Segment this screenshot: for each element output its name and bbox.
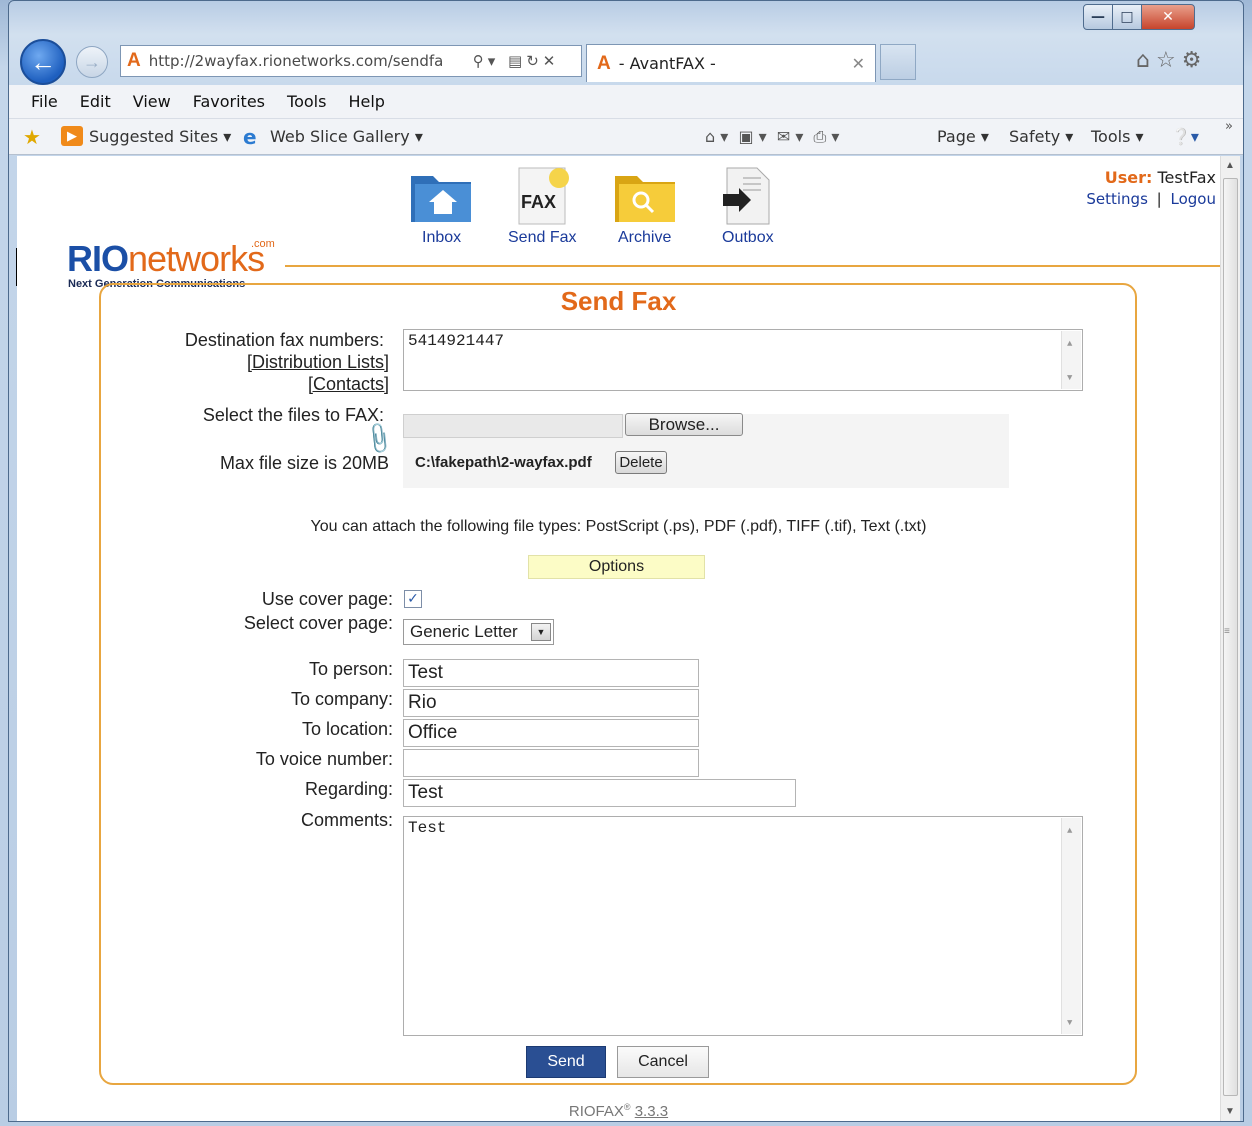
tab-favicon-icon: A [597, 52, 611, 74]
help-icon[interactable]: ❔▾ [1171, 127, 1199, 146]
allowed-file-types: You can attach the following file types:… [310, 518, 927, 535]
attached-file-name: C:\fakepath\2-wayfax.pdf [415, 454, 592, 471]
command-bar: ★ ▶ Suggested Sites ▾ e Web Slice Galler… [9, 119, 1243, 155]
cancel-button[interactable]: Cancel [617, 1046, 709, 1078]
scrollbar-thumb[interactable] [1223, 178, 1238, 1096]
user-label: User: [1104, 168, 1153, 187]
svg-text:FAX: FAX [521, 192, 556, 212]
tab-avantfax[interactable]: A - AvantFAX - ✕ [586, 44, 876, 82]
forward-button[interactable]: → [76, 46, 108, 78]
nav-outbox[interactable]: Outbox [722, 229, 774, 247]
send-fax-icon[interactable]: FAX [511, 164, 581, 226]
distribution-lists-link[interactable]: [Distribution Lists] [247, 352, 389, 373]
tools-menu[interactable]: Tools ▾ [1091, 127, 1144, 146]
home-favorites-settings-icons[interactable]: ⌂☆⚙ [1136, 48, 1207, 73]
browse-button[interactable]: Browse... [625, 413, 743, 436]
rionetworks-logo: RIOnetworks .com Next Generation Communi… [67, 238, 275, 290]
comments-scrollbar[interactable]: ▲ ▼ [1061, 818, 1081, 1034]
link-separator: | [1156, 190, 1162, 208]
user-info: User: TestFax [1105, 168, 1216, 187]
inbox-folder-icon[interactable] [407, 164, 477, 226]
dropdown-arrow-icon[interactable]: ▼ [531, 623, 551, 641]
suggested-sites-link[interactable]: Suggested Sites ▾ [89, 127, 231, 146]
page-scrollbar[interactable]: ▲ ≡ ▼ [1220, 156, 1240, 1121]
to-company-input[interactable]: Rio [403, 689, 699, 717]
menu-bar: File Edit View Favorites Tools Help [9, 85, 1243, 119]
comments-textarea[interactable]: Test ▲ ▼ [403, 816, 1083, 1036]
destination-fax-input[interactable]: 5414921447 ▲ ▼ [403, 329, 1083, 391]
send-button[interactable]: Send [526, 1046, 606, 1078]
nav-archive[interactable]: Archive [618, 229, 671, 247]
address-bar-icons[interactable]: ⚲▾ ▤↻✕ [473, 52, 560, 70]
back-arrow-icon: ← [30, 46, 56, 77]
page-viewport: Inbox FAX Send Fax Archive Outbox User: … [17, 156, 1220, 1121]
minimize-button[interactable]: — [1083, 4, 1113, 30]
to-location-label: To location: [301, 719, 393, 739]
menu-help[interactable]: Help [348, 92, 384, 111]
max-file-size-text: Max file size is 20MB [219, 453, 389, 473]
nav-inbox[interactable]: Inbox [422, 229, 461, 247]
nav-send-fax[interactable]: Send Fax [508, 229, 576, 247]
scroll-down-icon[interactable]: ▼ [1225, 1106, 1235, 1117]
forward-arrow-icon: → [83, 51, 101, 72]
menu-file[interactable]: File [31, 92, 58, 111]
back-button[interactable]: ← [20, 39, 66, 85]
address-url[interactable]: http://2wayfax.rionetworks.com/sendfa [149, 52, 467, 70]
favorites-star-icon[interactable]: ★ [23, 125, 41, 149]
regarding-label: Regarding: [304, 779, 393, 799]
to-voice-label: To voice number: [255, 749, 393, 769]
cover-page-select[interactable]: Generic Letter ▼ [403, 619, 554, 645]
page-menu[interactable]: Page ▾ [937, 127, 989, 146]
web-slice-icon: e [243, 125, 257, 149]
maximize-button[interactable]: □ [1112, 4, 1142, 30]
home-feeds-mail-print-icons[interactable]: ⌂ ▾ ▣ ▾ ✉ ▾ ⎙ ▾ [705, 127, 839, 147]
settings-link[interactable]: Settings [1086, 190, 1148, 208]
options-header[interactable]: Options [528, 555, 705, 579]
use-cover-checkbox[interactable]: ✓ [404, 590, 422, 608]
to-company-label: To company: [290, 689, 393, 709]
select-cover-label: Select cover page: [243, 613, 393, 633]
menu-favorites[interactable]: Favorites [193, 92, 265, 111]
menu-edit[interactable]: Edit [80, 92, 111, 111]
destination-label: Destination fax numbers: [184, 330, 384, 350]
use-cover-label: Use cover page: [261, 589, 393, 609]
menu-tools[interactable]: Tools [287, 92, 326, 111]
to-person-label: To person: [308, 659, 393, 679]
destination-scrollbar[interactable]: ▲ ▼ [1061, 331, 1081, 389]
scroll-grip-icon: ≡ [1224, 626, 1230, 637]
address-bar[interactable]: A http://2wayfax.rionetworks.com/sendfa … [120, 45, 582, 77]
select-files-label: Select the files to FAX: [202, 405, 384, 425]
to-voice-input[interactable] [403, 749, 699, 777]
regarding-input[interactable]: Test [403, 779, 796, 807]
user-links: Settings | Logou [1086, 190, 1216, 208]
site-favicon-icon: A [127, 50, 141, 71]
menu-view[interactable]: View [133, 92, 171, 111]
contacts-link[interactable]: [Contacts] [308, 374, 389, 395]
user-name: TestFax [1157, 168, 1216, 187]
logout-link[interactable]: Logou [1171, 190, 1216, 208]
file-path-input[interactable] [403, 414, 623, 438]
suggested-sites-icon: ▶ [61, 126, 83, 146]
comments-label: Comments: [300, 810, 393, 830]
tab-close-icon[interactable]: ✕ [852, 54, 865, 73]
tab-title: - AvantFAX - [618, 54, 716, 73]
page-title: Send Fax [560, 286, 677, 316]
close-window-button[interactable]: ✕ [1141, 4, 1195, 30]
new-tab-button[interactable] [880, 44, 916, 80]
header-divider [285, 265, 1220, 267]
archive-folder-icon[interactable] [611, 164, 681, 226]
scroll-up-icon[interactable]: ▲ [1225, 160, 1235, 171]
to-location-input[interactable]: Office [403, 719, 699, 747]
to-person-input[interactable]: Test [403, 659, 699, 687]
delete-file-button[interactable]: Delete [615, 451, 667, 474]
web-slice-gallery-link[interactable]: Web Slice Gallery ▾ [270, 127, 423, 146]
safety-menu[interactable]: Safety ▾ [1009, 127, 1073, 146]
footer-version: RIOFAX® 3.3.3 [568, 1102, 669, 1120]
chevron-more-icon[interactable]: » [1225, 119, 1233, 134]
outbox-document-icon[interactable] [713, 164, 783, 226]
